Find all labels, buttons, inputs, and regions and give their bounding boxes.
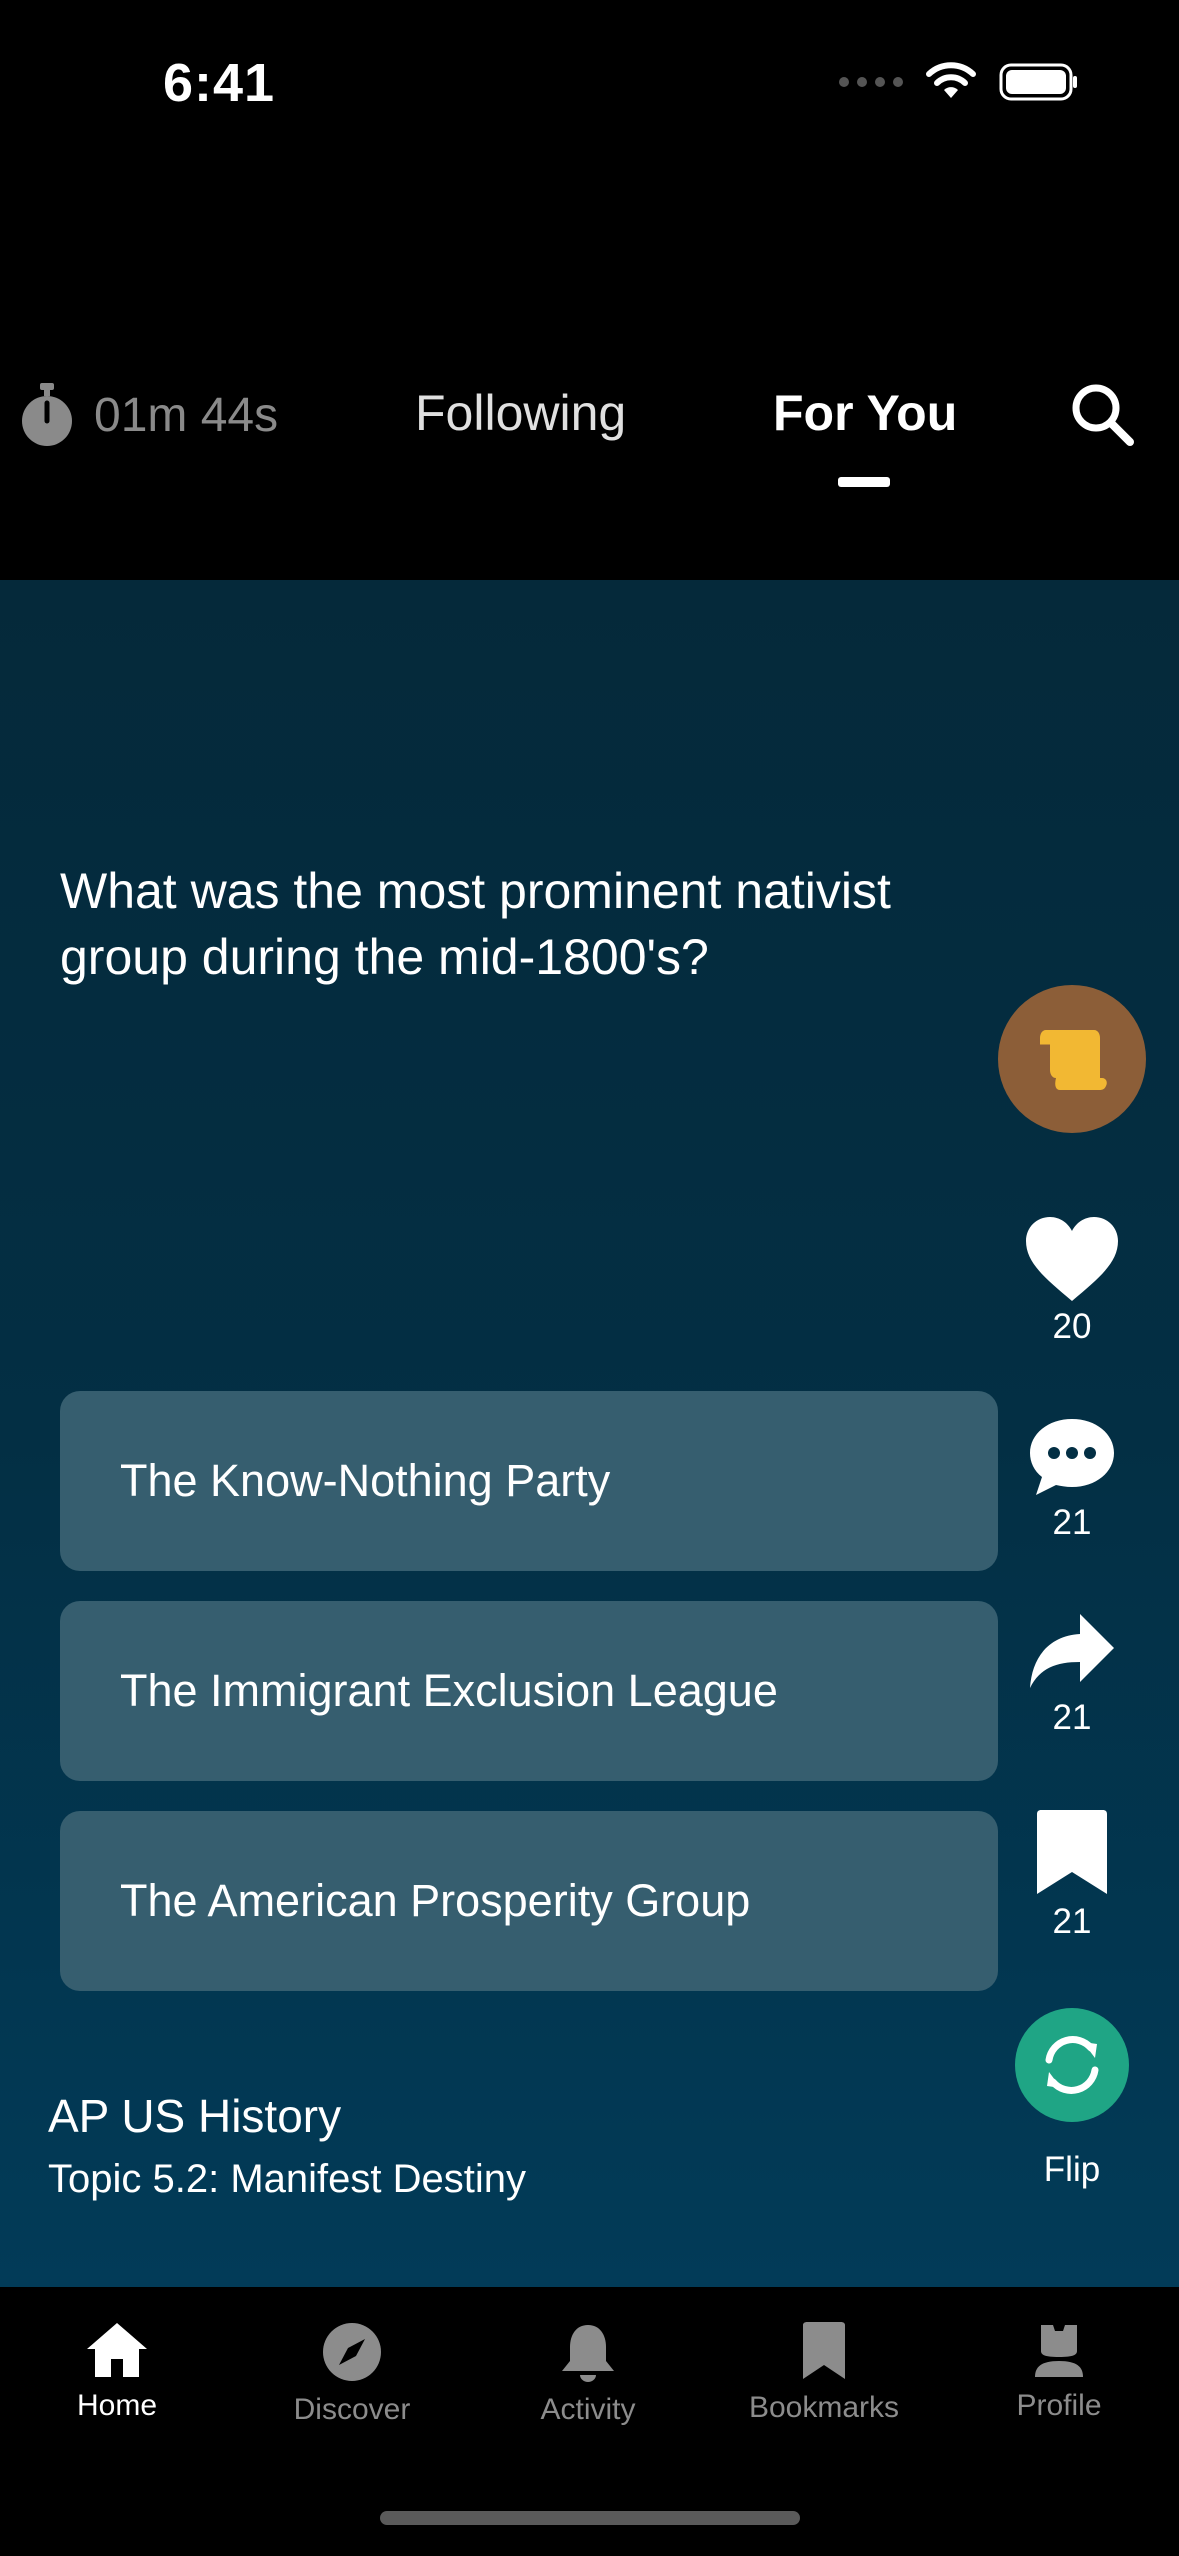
playlist-button[interactable] <box>998 985 1146 1133</box>
active-tab-indicator <box>838 477 890 487</box>
compass-icon <box>323 2323 381 2381</box>
top-nav <box>0 175 1179 580</box>
tab-home-label: Home <box>76 2389 158 2422</box>
search-icon <box>1072 384 1134 446</box>
session-timer: 01m 44s <box>18 383 278 447</box>
bell-icon <box>562 2325 614 2382</box>
answer-option-1[interactable]: The Know-Nothing Party <box>60 1391 998 1571</box>
cellular-signal-icon <box>839 77 903 87</box>
tab-bookmarks-label: Bookmarks <box>748 2391 900 2424</box>
tab-bookmarks[interactable]: Bookmarks <box>724 2321 924 2425</box>
bookmark-icon <box>1037 1810 1107 1894</box>
flip-label: Flip <box>1043 2150 1101 2189</box>
flip-badge <box>1015 2008 1129 2122</box>
status-bar: 6:41 <box>0 0 1179 175</box>
tab-following[interactable]: Following <box>415 384 626 442</box>
answer-option-3[interactable]: The American Prosperity Group <box>60 1811 998 1991</box>
status-time: 6:41 <box>163 53 276 113</box>
flip-button[interactable]: Flip <box>998 2008 1146 2190</box>
comment-icon <box>1030 1419 1114 1495</box>
tab-activity[interactable]: Activity <box>488 2321 688 2427</box>
tab-profile[interactable]: Profile <box>959 2321 1159 2423</box>
tab-discover-label: Discover <box>293 2393 411 2426</box>
search-button[interactable] <box>1070 382 1136 453</box>
comment-count: 21 <box>1052 1503 1092 1542</box>
battery-icon <box>999 63 1077 101</box>
tab-activity-label: Activity <box>540 2393 636 2426</box>
timer-text: 01m 44s <box>94 388 279 442</box>
playlist-badge <box>998 985 1146 1133</box>
stopwatch-icon <box>22 383 72 446</box>
like-button[interactable]: 20 <box>998 1215 1146 1347</box>
profile-icon <box>1035 2325 1083 2377</box>
comment-button[interactable]: 21 <box>998 1415 1146 1543</box>
answer-option-2[interactable]: The Immigrant Exclusion League <box>60 1601 998 1781</box>
question-text: What was the most prominent nativist gro… <box>60 863 891 985</box>
scroll-icon <box>1040 1030 1107 1090</box>
home-indicator <box>380 2511 800 2525</box>
like-count: 20 <box>1052 1307 1092 1346</box>
bookmark-button[interactable]: 21 <box>998 1808 1146 1942</box>
heart-icon <box>1026 1217 1118 1301</box>
tab-profile-label: Profile <box>1016 2389 1102 2422</box>
topic-title: Topic 5.2: Manifest Destiny <box>48 2157 526 2201</box>
bookmark-tab-icon <box>803 2322 845 2379</box>
share-button[interactable]: 21 <box>998 1610 1146 1738</box>
tab-home[interactable]: Home <box>17 2321 217 2423</box>
tab-discover[interactable]: Discover <box>252 2321 452 2427</box>
wifi-icon <box>926 62 976 98</box>
home-icon <box>87 2323 147 2377</box>
refresh-icon <box>1045 2036 1099 2094</box>
share-icon <box>1030 1614 1114 1688</box>
status-icons <box>839 62 1079 102</box>
share-count: 21 <box>1052 1698 1092 1737</box>
bookmark-count: 21 <box>1052 1902 1092 1941</box>
tab-for-you[interactable]: For You <box>773 384 957 442</box>
course-title: AP US History <box>48 2090 342 2142</box>
question-card: What was the most prominent nativist gro… <box>0 580 1179 2287</box>
